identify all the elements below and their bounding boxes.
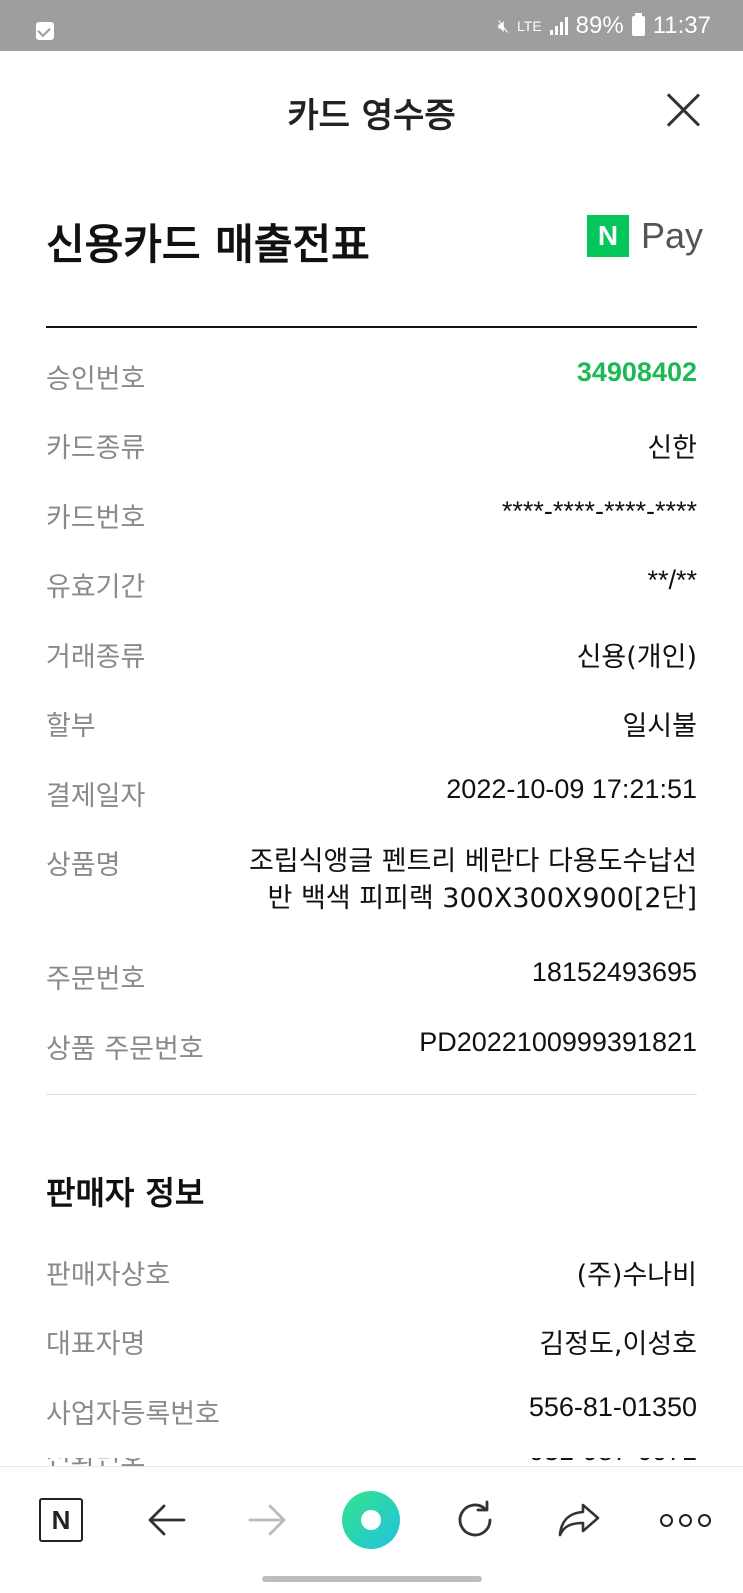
- row-value: 18152493695: [531, 957, 697, 987]
- row-label: 할부: [46, 711, 96, 742]
- approval-number: 34908402: [576, 357, 697, 387]
- naver-home-button[interactable]: N: [35, 1494, 87, 1546]
- divider: [46, 326, 697, 328]
- green-dot-icon: [342, 1491, 400, 1549]
- info-row-payment-date: 결제일자 2022-10-09 17:21:51: [46, 774, 697, 813]
- product-name-line-2: 반 백색 피피랙 300X300X900[2단]: [267, 883, 697, 914]
- clock: 11:37: [652, 12, 711, 39]
- info-row-transaction-type: 거래종류 신용(개인): [46, 635, 697, 674]
- row-value: 556-81-01350: [528, 1392, 697, 1422]
- forward-button[interactable]: [242, 1494, 294, 1546]
- share-button[interactable]: [553, 1494, 605, 1546]
- row-label: 사업자등록번호: [46, 1399, 220, 1430]
- notification-check-icon: [36, 22, 54, 40]
- row-label: 상품 주문번호: [46, 1034, 204, 1065]
- info-row-approval: 승인번호 34908402: [46, 357, 697, 396]
- npay-text: Pay: [641, 215, 704, 256]
- seller-row-business-number: 사업자등록번호 556-81-01350: [46, 1392, 697, 1431]
- share-icon: [558, 1503, 600, 1537]
- more-dots-icon: [659, 1513, 711, 1527]
- row-value: **/**: [647, 565, 697, 595]
- arrow-right-icon: [248, 1504, 286, 1536]
- npay-mark: N: [587, 215, 629, 257]
- info-row-product-name: 상품명 조립식앵글 펜트리 베란다 다용도수납선 반 백색 피피랙 300X30…: [46, 843, 697, 917]
- battery-percent: 89%: [575, 12, 624, 39]
- row-value: ****-****-****-****: [501, 496, 697, 526]
- row-label: 주문번호: [46, 964, 146, 995]
- row-value: 신한: [647, 433, 697, 464]
- close-button[interactable]: [666, 93, 700, 127]
- battery-icon: [631, 13, 645, 36]
- seller-row-name: 판매자상호 (주)수나비: [46, 1253, 697, 1292]
- row-value: 일시불: [622, 711, 697, 742]
- row-label: 판매자상호: [46, 1260, 171, 1291]
- more-button[interactable]: [655, 1494, 715, 1546]
- seller-row-phone: 전화번호 031-987-6071: [46, 1458, 697, 1466]
- seller-section-title: 판매자 정보: [46, 1174, 205, 1212]
- row-value: 김정도,이성호: [539, 1329, 697, 1360]
- arrow-left-icon: [148, 1504, 186, 1536]
- signal-icon: [549, 17, 568, 35]
- row-label: 유효기간: [46, 572, 146, 603]
- npay-logo: N Pay: [587, 215, 703, 257]
- status-bar: 🔇︎ LTE 89% 11:37: [0, 0, 743, 51]
- row-label: 거래종류: [46, 642, 146, 673]
- row-label: 대표자명: [46, 1329, 146, 1360]
- status-indicators: 🔇︎ LTE 89% 11:37: [497, 12, 711, 39]
- green-dot-button[interactable]: [342, 1491, 400, 1549]
- info-row-installment: 할부 일시불: [46, 704, 697, 743]
- product-name-value: 조립식앵글 펜트리 베란다 다용도수납선 반 백색 피피랙 300X300X90…: [227, 843, 697, 917]
- row-label: 카드종류: [46, 433, 146, 464]
- row-label: 전화번호: [46, 1458, 145, 1466]
- back-button[interactable]: [140, 1494, 192, 1546]
- refresh-icon: [458, 1500, 492, 1537]
- info-row-card-type: 카드종류 신한: [46, 426, 697, 465]
- bottom-nav-bar: N: [0, 1466, 743, 1593]
- page-title: 카드 영수증: [287, 96, 456, 136]
- network-type-label: LTE: [517, 18, 542, 34]
- row-value: (주)수나비: [576, 1260, 697, 1291]
- mute-icon: 🔇︎: [497, 15, 510, 36]
- section-divider: [46, 1094, 697, 1095]
- info-row-card-number: 카드번호 ****-****-****-****: [46, 496, 697, 535]
- row-value: 신용(개인): [576, 642, 697, 673]
- row-value: 031-987-6071: [529, 1458, 697, 1466]
- product-name-line-1: 조립식앵글 펜트리 베란다 다용도수납선: [248, 846, 697, 877]
- seller-row-representative: 대표자명 김정도,이성호: [46, 1322, 697, 1361]
- info-row-order-number: 주문번호 18152493695: [46, 957, 697, 996]
- info-row-expiry: 유효기간 **/**: [46, 565, 697, 604]
- refresh-button[interactable]: [449, 1494, 501, 1546]
- row-label: 상품명: [46, 850, 121, 881]
- row-label: 승인번호: [46, 364, 146, 395]
- row-value: PD2022100999391821: [419, 1027, 697, 1057]
- row-value: 2022-10-09 17:21:51: [446, 774, 697, 804]
- home-indicator: [262, 1576, 482, 1582]
- row-label: 카드번호: [46, 503, 146, 534]
- info-row-product-order-number: 상품 주문번호 PD2022100999391821: [46, 1027, 697, 1066]
- receipt-title: 신용카드 매출전표: [46, 220, 370, 269]
- naver-n-icon: N: [39, 1498, 83, 1542]
- row-label: 결제일자: [46, 781, 146, 812]
- header: 카드 영수증: [0, 51, 743, 169]
